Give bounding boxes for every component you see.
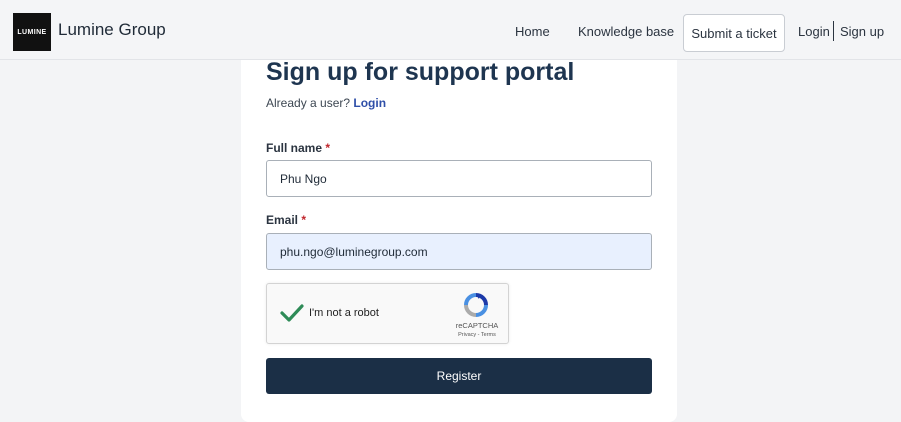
nav-home-link[interactable]: Home — [515, 24, 550, 39]
login-link[interactable]: Login — [353, 96, 386, 110]
nav-divider — [833, 21, 834, 41]
already-user-text: Already a user? — [266, 96, 351, 110]
lumine-logo[interactable]: LUMINE — [13, 13, 51, 51]
submit-ticket-button[interactable]: Submit a ticket — [683, 14, 785, 52]
email-input[interactable] — [266, 233, 652, 270]
full-name-label: Full name * — [266, 141, 330, 155]
already-user-line: Already a user? Login — [266, 96, 386, 110]
top-navbar: LUMINE Lumine Group Home Knowledge base … — [0, 0, 901, 60]
logo-text: LUMINE — [17, 28, 47, 36]
captcha-links[interactable]: Privacy - Terms — [450, 332, 504, 338]
full-name-label-text: Full name — [266, 141, 323, 155]
email-label: Email * — [266, 213, 306, 227]
nav-knowledge-base-link[interactable]: Knowledge base — [578, 24, 674, 39]
captcha-label: I'm not a robot — [309, 307, 379, 319]
register-label: Register — [436, 369, 482, 383]
register-button[interactable]: Register — [266, 358, 652, 394]
required-marker: * — [325, 141, 331, 155]
required-marker: * — [301, 213, 307, 227]
submit-ticket-label: Submit a ticket — [691, 25, 777, 41]
email-label-text: Email — [266, 213, 299, 227]
full-name-input[interactable] — [266, 160, 652, 197]
page-title: Sign up for support portal — [266, 58, 575, 86]
brand-name[interactable]: Lumine Group — [58, 20, 166, 40]
captcha-checkmark-icon[interactable] — [280, 301, 304, 325]
captcha-brand: reCAPTCHA — [455, 321, 499, 330]
recaptcha-widget: I'm not a robot reCAPTCHA Privacy - Term… — [266, 283, 509, 344]
recaptcha-logo-icon — [464, 293, 488, 317]
nav-signup-link[interactable]: Sign up — [840, 24, 884, 39]
nav-login-link[interactable]: Login — [798, 24, 830, 39]
